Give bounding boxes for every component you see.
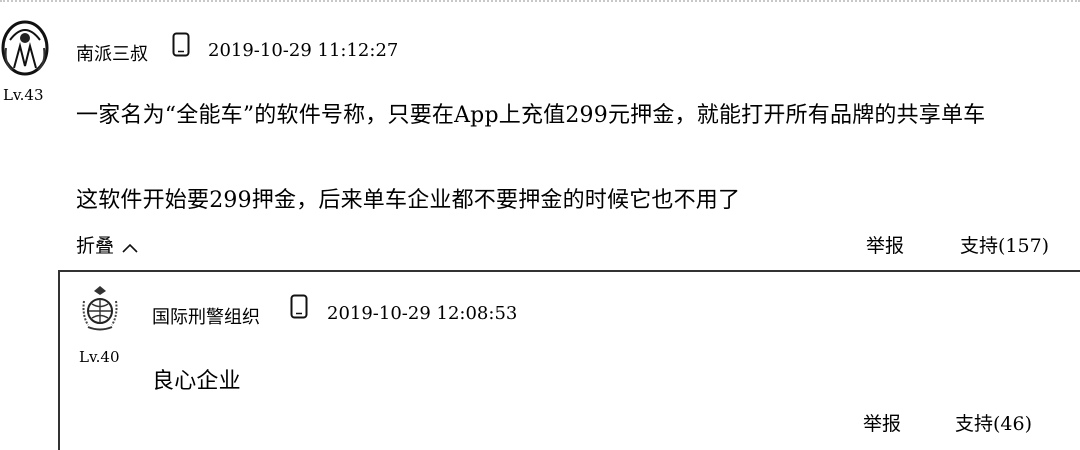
username[interactable]: 国际刑警组织 xyxy=(152,303,260,329)
report-button[interactable]: 举报 xyxy=(866,231,904,258)
user-level: Lv.43 xyxy=(3,86,44,104)
timestamp: 2019-10-29 11:12:27 xyxy=(208,40,399,61)
avatar[interactable] xyxy=(0,18,50,76)
avatar[interactable] xyxy=(80,285,120,333)
support-button[interactable]: 支持(46) xyxy=(955,409,1032,436)
avatar-image xyxy=(82,286,118,331)
phone-icon xyxy=(172,32,190,57)
fold-label: 折叠 xyxy=(76,235,115,257)
avatar-image xyxy=(1,20,49,76)
comment-text-line-2: 这软件开始要299押金，后来单车企业都不要押金的时候它也不用了 xyxy=(76,188,741,213)
reply-text: 良心企业 xyxy=(152,369,241,394)
timestamp: 2019-10-29 12:08:53 xyxy=(327,303,518,324)
report-button[interactable]: 举报 xyxy=(863,409,901,436)
top-divider xyxy=(0,0,1080,8)
username[interactable]: 南派三叔 xyxy=(76,40,148,66)
user-level: Lv.40 xyxy=(79,348,120,366)
support-button[interactable]: 支持(157) xyxy=(960,231,1049,258)
comment-text-line-1: 一家名为“全能车”的软件号称，只要在App上充值299元押金，就能打开所有品牌的… xyxy=(76,103,986,128)
fold-button[interactable]: 折叠 xyxy=(76,231,138,258)
caret-up-icon xyxy=(122,236,138,258)
phone-icon xyxy=(290,294,308,319)
reply-container xyxy=(58,270,1080,450)
